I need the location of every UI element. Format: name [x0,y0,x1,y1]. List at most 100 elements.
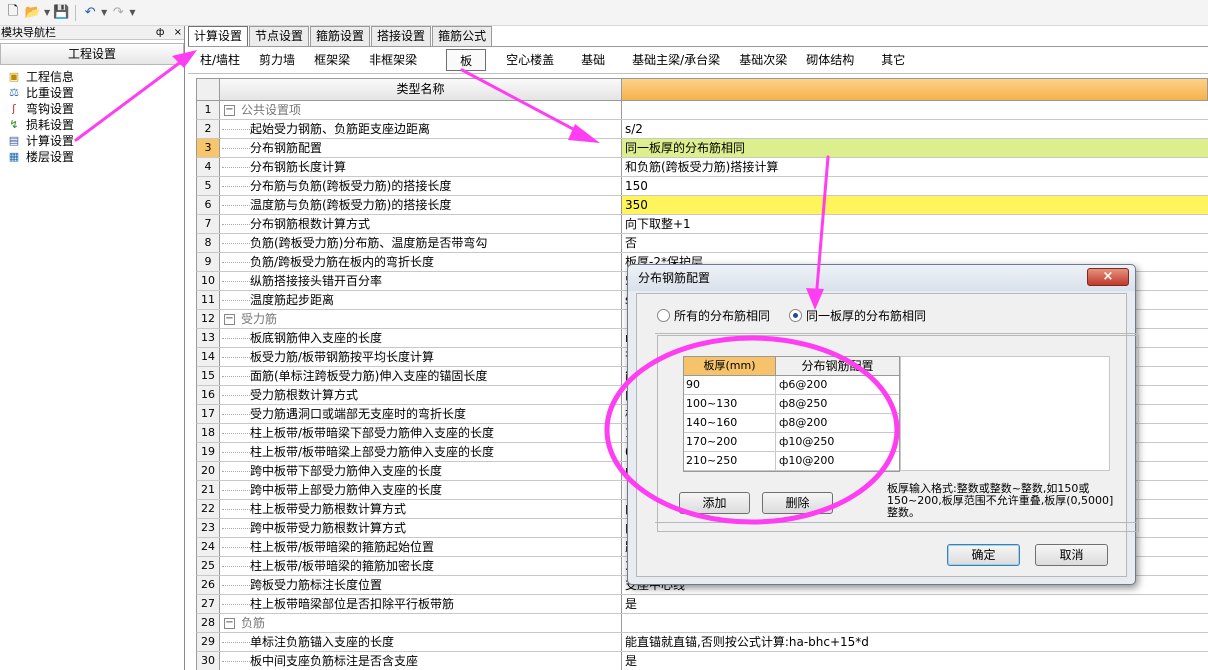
tab-stirrup-formula[interactable]: 箍筋公式 [432,26,493,46]
dialog-close-button[interactable]: × [1087,268,1129,286]
thickness-cell[interactable]: 100~130 [684,395,776,413]
subtab-column[interactable]: 柱/墙柱 [198,49,242,71]
table-row[interactable]: 6 温度筋与负筋(跨板受力筋)的搭接长度 350 [196,196,1208,215]
subtab-shear-wall[interactable]: 剪力墙 [257,49,297,71]
save-icon[interactable]: 💾 [52,4,70,22]
tree-item-loss[interactable]: ↯ 损耗设置 [6,116,184,132]
row-number: 20 [197,462,220,480]
subtab-slab[interactable]: 板 [446,49,487,71]
table-row[interactable]: 27 柱上板带暗梁部位是否扣除平行板带筋 是 [196,595,1208,614]
thickness-cell[interactable]: 140~160 [684,414,776,432]
type-name-label: 分布钢筋配置 [250,141,323,155]
table-row[interactable]: 90 ф6@200 [684,376,899,395]
subtab-masonry[interactable]: 砌体结构 [804,49,856,71]
hook-icon: ʃ [12,101,16,115]
value-cell[interactable]: 是 [622,595,1208,613]
tree-item-floor[interactable]: ▦ 楼层设置 [6,148,184,164]
value-cell[interactable]: 150 [622,177,1208,195]
panel-close-icon[interactable]: × [174,27,182,38]
value-cell[interactable]: 否 [622,234,1208,252]
subtab-foundation[interactable]: 基础 [579,49,607,71]
value-cell[interactable] [622,614,1208,632]
subtab-foundation-main-beam[interactable]: 基础主梁/承台梁 [630,49,722,71]
table-row[interactable]: 210~250 ф10@200 [684,452,899,471]
table-row[interactable]: 4 分布钢筋长度计算 和负筋(跨板受力筋)搭接计算 [196,158,1208,177]
table-row[interactable]: 2 起始受力钢筋、负筋距支座边距离 s/2 [196,120,1208,139]
value-cell[interactable]: 350 [622,196,1208,214]
thickness-cell[interactable]: 210~250 [684,452,776,470]
tree-item-hook[interactable]: ʃ 弯钩设置 [6,100,184,116]
table-row[interactable]: 3 分布钢筋配置 同一板厚的分布筋相同 [196,139,1208,158]
redo-dropdown-icon[interactable]: ▼ [129,8,135,17]
type-name-header: 类型名称 [220,79,622,100]
type-name-label: 柱上板带暗梁部位是否扣除平行板带筋 [250,597,455,611]
tree-item-label: 损耗设置 [26,117,75,132]
collapse-icon[interactable]: − [224,104,235,116]
group-row[interactable]: 28− 负筋 [196,614,1208,633]
collapse-icon[interactable]: − [224,617,235,629]
type-name-label: 分布钢筋根数计算方式 [250,217,371,231]
row-number: 22 [197,500,220,518]
subtab-hollow-floor[interactable]: 空心楼盖 [504,49,556,71]
undo-dropdown-icon[interactable]: ▼ [101,8,107,17]
weight-icon: ⚖ [9,85,19,99]
cancel-button[interactable]: 取消 [1035,544,1108,566]
tab-stirrup-settings[interactable]: 箍筋设置 [310,26,371,46]
value-cell[interactable]: 是 [622,652,1208,670]
table-row[interactable]: 100~130 ф8@250 [684,395,899,414]
value-cell[interactable]: s/2 [622,120,1208,138]
pin-icon[interactable]: ф [156,27,165,38]
loss-icon: ↯ [9,117,19,131]
redo-icon[interactable]: ↷ [109,4,127,22]
table-row[interactable]: 7 分布钢筋根数计算方式 向下取整+1 [196,215,1208,234]
value-cell[interactable] [622,101,1208,119]
value-cell[interactable]: 同一板厚的分布筋相同 [622,139,1208,157]
add-button[interactable]: 添加 [679,492,750,514]
tab-lap-settings[interactable]: 搭接设置 [371,26,432,46]
table-row[interactable]: 140~160 ф8@200 [684,414,899,433]
config-cell[interactable]: ф8@200 [776,414,899,432]
value-cell[interactable]: 向下取整+1 [622,215,1208,233]
delete-button[interactable]: 删除 [762,492,833,514]
type-name-cell: 单标注负筋锚入支座的长度 [220,633,622,651]
table-row[interactable]: 29 单标注负筋锚入支座的长度 能直锚就直锚,否则按公式计算:ha-bhc+15*d [196,633,1208,652]
row-number: 18 [197,424,220,442]
project-settings-header[interactable]: 工程设置 [0,43,184,65]
tab-calc-settings[interactable]: 计算设置 [188,26,249,47]
value-cell[interactable]: 能直锚就直锚,否则按公式计算:ha-bhc+15*d [622,633,1208,651]
tree-indent-line [222,641,250,643]
config-cell[interactable]: ф8@250 [776,395,899,413]
group-row[interactable]: 1− 公共设置项 [196,101,1208,120]
dialog-content: 板厚(mm) 分布钢筋配置 90 ф6@200 100~130 ф8@250 140~1… [635,292,1137,576]
thickness-cell[interactable]: 170~200 [684,433,776,451]
config-cell[interactable]: ф6@200 [776,376,899,394]
undo-icon[interactable]: ↶ [81,4,99,22]
table-row[interactable]: 30 板中间支座负筋标注是否含支座 是 [196,652,1208,670]
subtab-foundation-secondary-beam[interactable]: 基础次梁 [737,49,789,71]
thickness-cell[interactable]: 90 [684,376,776,394]
tree-item-weight[interactable]: ⚖ 比重设置 [6,84,184,100]
subtab-non-frame-beam[interactable]: 非框架梁 [367,49,419,71]
tree-item-calc[interactable]: ▤ 计算设置 [6,132,184,148]
subtab-other[interactable]: 其它 [879,49,907,71]
table-row[interactable]: 8 负筋(跨板受力筋)分布筋、温度筋是否带弯勾 否 [196,234,1208,253]
table-row[interactable]: 5 分布筋与负筋(跨板受力筋)的搭接长度 150 [196,177,1208,196]
type-name-label: 公共设置项 [241,103,302,117]
open-folder-icon[interactable]: 📂 [24,4,42,22]
table-header: 板厚(mm) 分布钢筋配置 [684,357,899,376]
config-cell[interactable]: ф10@200 [776,452,899,470]
type-name-label: 柱上板带/板带暗梁的箍筋加密长度 [250,559,435,573]
collapse-icon[interactable]: − [224,313,235,325]
table-row[interactable]: 170~200 ф10@250 [684,433,899,452]
tab-node-settings[interactable]: 节点设置 [249,26,310,46]
row-number-header [197,79,220,100]
config-cell[interactable]: ф10@250 [776,433,899,451]
ok-button[interactable]: 确定 [947,544,1020,566]
new-file-icon[interactable]: 🗋 [4,4,22,22]
type-name-cell: 柱上板带受力筋根数计算方式 [220,500,622,518]
subtab-frame-beam[interactable]: 框架梁 [312,49,352,71]
open-dropdown-icon[interactable]: ▼ [44,8,50,17]
tree-item-project-info[interactable]: ▣ 工程信息 [6,68,184,84]
type-name-label: 温度筋起步距离 [250,293,335,307]
value-cell[interactable]: 和负筋(跨板受力筋)搭接计算 [622,158,1208,176]
